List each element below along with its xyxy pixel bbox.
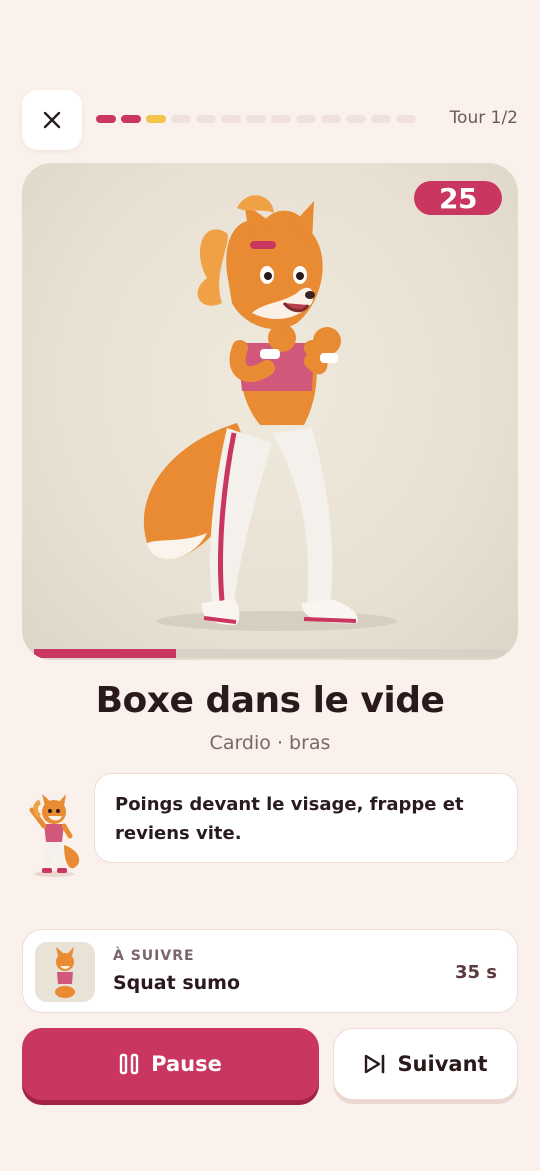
exercise-time-progress-fill — [34, 649, 176, 658]
next-exercise-name: Squat sumo — [113, 972, 241, 994]
round-label: Tour 1/2 — [449, 108, 518, 128]
next-button[interactable]: Suivant — [333, 1028, 518, 1100]
progress-segment — [296, 115, 316, 123]
progress-segment — [346, 115, 366, 123]
coach-fox-avatar — [29, 794, 80, 877]
exercise-hero: 25 — [22, 163, 518, 660]
pause-label: Pause — [151, 1052, 222, 1076]
close-icon — [43, 111, 61, 129]
progress-segment — [246, 115, 266, 123]
progress-segment — [371, 115, 391, 123]
pause-button[interactable]: Pause — [22, 1028, 319, 1100]
progress-segment — [96, 115, 116, 123]
next-exercise-duration: 35 s — [454, 962, 497, 983]
exercise-progress — [96, 115, 416, 123]
fox-boxing-illustration — [143, 195, 397, 631]
coach-message: Poings devant le visage, frappe et revie… — [94, 773, 518, 863]
exercise-time-progress — [34, 649, 506, 658]
progress-segment — [221, 115, 241, 123]
fox-squat-illustration — [35, 942, 95, 1002]
next-label: Suivant — [397, 1052, 488, 1076]
progress-segment — [271, 115, 291, 123]
countdown-timer: 25 — [414, 181, 502, 215]
progress-segment — [171, 115, 191, 123]
progress-segment — [396, 115, 416, 123]
close-button[interactable] — [22, 90, 82, 150]
progress-segment — [321, 115, 341, 123]
next-up-label: À SUIVRE — [113, 948, 195, 964]
progress-segment — [196, 115, 216, 123]
pause-icon — [119, 1053, 139, 1075]
exercise-title: Boxe dans le vide — [95, 680, 445, 721]
progress-segment — [121, 115, 141, 123]
next-exercise-thumbnail — [35, 942, 95, 1002]
exercise-subtitle: Cardio · bras — [209, 732, 331, 754]
skip-next-icon — [365, 1054, 385, 1074]
next-exercise-card[interactable]: À SUIVRE Squat sumo 35 s — [22, 929, 518, 1013]
progress-segment — [146, 115, 166, 123]
